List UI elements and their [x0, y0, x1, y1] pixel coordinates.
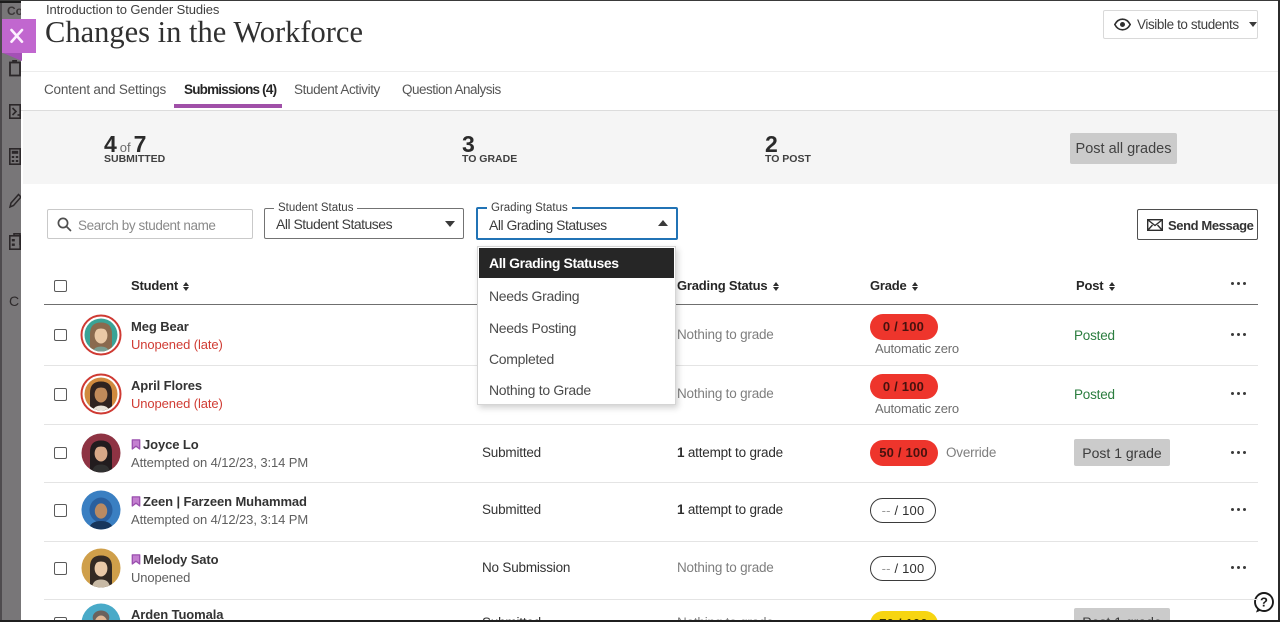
svg-text:?: ?: [1260, 595, 1268, 610]
